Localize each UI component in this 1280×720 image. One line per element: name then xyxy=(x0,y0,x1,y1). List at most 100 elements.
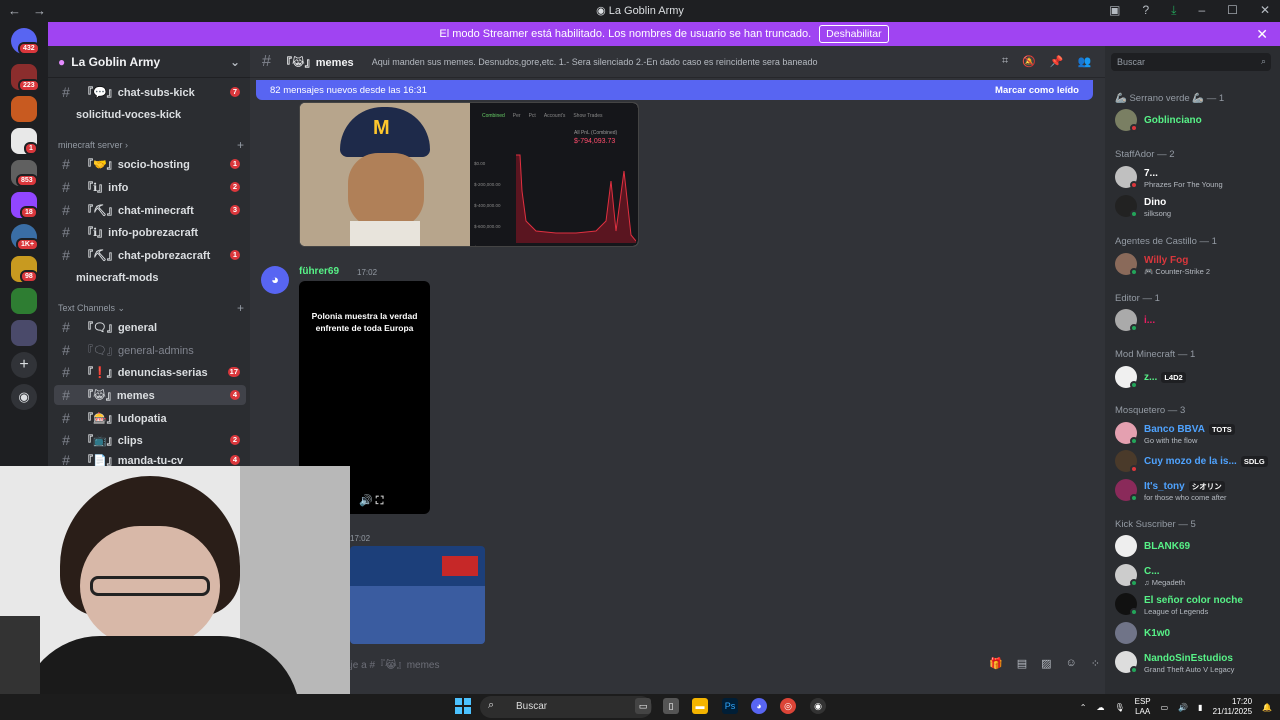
channel-item-selected[interactable]: # 『😹』memes 4 xyxy=(54,385,246,405)
meme-image-attachment[interactable]: M Combined Per Pct Account's Show Trades… xyxy=(299,102,639,247)
network-icon[interactable]: ▭ xyxy=(1161,703,1169,712)
unread-count: 7 xyxy=(230,87,240,97)
help-icon[interactable]: ? xyxy=(1142,3,1149,18)
fullscreen-icon[interactable]: ⛶ xyxy=(376,495,384,507)
members-icon[interactable]: 👥 xyxy=(1078,55,1092,68)
server-icon[interactable] xyxy=(11,320,37,346)
member-name: It's_tony xyxy=(1144,481,1185,492)
member-item[interactable]: Dino silksong xyxy=(1115,195,1277,219)
category-minecraft[interactable]: minecraft server › + xyxy=(58,138,244,152)
minimize-button[interactable]: – xyxy=(1198,3,1205,18)
emoji-icon[interactable]: ☺ xyxy=(1066,657,1077,670)
server-badge: 853 xyxy=(16,174,38,187)
lang-line: LAA xyxy=(1135,707,1151,716)
channel-item[interactable]: # 『🗨』general-admins xyxy=(54,340,246,360)
member-status: ♫ Megadeth xyxy=(1144,578,1186,587)
taskbar-search[interactable]: ⌕ Buscar xyxy=(480,696,652,718)
gif-icon[interactable]: ▤ xyxy=(1017,657,1027,670)
language-indicator[interactable]: ESP LAA xyxy=(1135,697,1151,717)
task-view-icon[interactable]: ▭ xyxy=(635,698,651,714)
member-item[interactable]: i... xyxy=(1115,309,1277,333)
channel-item[interactable]: # 『⛏』chat-minecraft 3 xyxy=(54,200,246,220)
author-avatar[interactable]: ◕ xyxy=(261,266,289,294)
tray-expand-icon[interactable]: ⌃ xyxy=(1080,703,1087,712)
category-text-channels[interactable]: Text Channels ⌄ + xyxy=(58,301,244,315)
member-item[interactable]: 7... Phrazes For The Young xyxy=(1115,166,1277,190)
inbox-icon[interactable]: ▣ xyxy=(1109,3,1120,18)
member-name-row: Banco BBVA TOTS xyxy=(1144,424,1235,435)
channel-item[interactable]: # 『ℹ』info-pobrezacraft xyxy=(54,222,246,242)
member-item[interactable]: It's_tony シオリン for those who come after xyxy=(1115,479,1277,503)
member-item[interactable]: C... ♫ Megadeth xyxy=(1115,564,1277,588)
app-icon[interactable]: ▯ xyxy=(663,698,679,714)
image-attachment[interactable] xyxy=(350,546,485,644)
server-icon[interactable] xyxy=(11,96,37,122)
maximize-button[interactable]: ☐ xyxy=(1227,3,1238,18)
disable-button[interactable]: Deshabilitar xyxy=(819,25,889,43)
channel-item[interactable]: # 『💬』chat-subs-kick 7 xyxy=(54,82,246,102)
chrome-icon[interactable]: ◎ xyxy=(780,698,796,714)
search-input[interactable]: Buscar ⌕ xyxy=(1111,53,1271,71)
channel-item[interactable]: # 『📄』manda-tu-cv 4 xyxy=(54,453,246,466)
battery-icon[interactable]: ▮ xyxy=(1198,703,1202,712)
member-name-row: z... L4D2 xyxy=(1144,372,1186,383)
pin-icon[interactable]: 📌 xyxy=(1050,55,1064,68)
member-item[interactable]: Banco BBVA TOTS Go with the flow xyxy=(1115,422,1277,446)
member-group-header: Editor — 1 xyxy=(1115,293,1160,304)
apps-icon[interactable]: ⁘ xyxy=(1091,657,1100,670)
channel-item[interactable]: # 『📺』clips 2 xyxy=(54,430,246,450)
channel-item[interactable]: # 『⛏』chat-pobrezacraft 1 xyxy=(54,245,246,265)
member-item[interactable]: z... L4D2 xyxy=(1115,366,1277,390)
mic-icon[interactable]: 🎙 xyxy=(1114,703,1124,712)
server-icon[interactable] xyxy=(11,288,37,314)
guild-header[interactable]: ● La Goblin Army ⌄ xyxy=(48,46,250,78)
channel-item[interactable]: # 『❗』denuncias-serias 17 xyxy=(54,362,246,382)
channel-item[interactable]: # 『🤝』socio-hosting 1 xyxy=(54,154,246,174)
volume-icon[interactable]: 🔊 xyxy=(1178,703,1188,712)
member-item[interactable]: El señor color noche League of Legends xyxy=(1115,593,1277,617)
member-item[interactable]: Goblinciano xyxy=(1115,109,1277,133)
threads-icon[interactable]: ⌗ xyxy=(1002,55,1008,68)
photoshop-icon[interactable]: Ps xyxy=(722,698,738,714)
download-icon[interactable]: ⤓ xyxy=(1171,3,1176,18)
channel-item[interactable]: # 『🗨』general xyxy=(54,317,246,337)
add-channel-icon[interactable]: + xyxy=(237,301,244,315)
message-author[interactable]: führer69 xyxy=(299,266,339,277)
member-item[interactable]: K1w0 xyxy=(1115,622,1277,646)
member-item[interactable]: BLANK69 xyxy=(1115,535,1277,559)
add-channel-icon[interactable]: + xyxy=(237,138,244,152)
sticker-icon[interactable]: ▨ xyxy=(1041,657,1051,670)
discord-icon[interactable]: ◕ xyxy=(751,698,767,714)
gift-icon[interactable]: 🎁 xyxy=(989,657,1003,670)
start-button[interactable] xyxy=(455,698,471,714)
notification-icon[interactable]: 🔔 xyxy=(1262,703,1272,712)
new-messages-bar[interactable]: 82 mensajes nuevos desde las 16:31 Marca… xyxy=(256,80,1093,100)
member-item[interactable]: Willy Fog 🎮 Counter-Strike 2 xyxy=(1115,253,1277,277)
member-item[interactable]: NandoSinEstudios Grand Theft Auto V Legac… xyxy=(1115,651,1277,675)
member-status: for those who come after xyxy=(1144,493,1227,502)
clock[interactable]: 17:20 21/11/2025 xyxy=(1213,697,1252,717)
channel-topic[interactable]: Aqui manden sus memes. Desnudos,gore,etc… xyxy=(372,57,818,67)
member-item[interactable]: Cuy mozo de la is... SDLG xyxy=(1115,450,1277,474)
unread-count: 1 xyxy=(230,250,240,260)
obs-icon[interactable]: ◉ xyxy=(810,698,826,714)
channel-name: 『💬』chat-subs-kick xyxy=(82,87,195,99)
clock-time: 17:20 xyxy=(1232,697,1253,706)
channel-item[interactable]: solicitud-voces-kick xyxy=(54,105,246,125)
channel-item[interactable]: minecraft-mods xyxy=(54,268,246,288)
channel-item[interactable]: # 『ℹ』info 2 xyxy=(54,177,246,197)
channel-item[interactable]: # 『🎰』ludopatia xyxy=(54,408,246,428)
banner-close-icon[interactable]: ✕ xyxy=(1256,26,1268,43)
close-window-button[interactable]: ✕ xyxy=(1260,3,1270,18)
add-server-icon[interactable]: + xyxy=(11,352,37,378)
member-status: League of Legends xyxy=(1144,607,1209,616)
hash-icon: # xyxy=(62,247,70,263)
discover-icon[interactable]: ◉ xyxy=(11,384,37,410)
volume-icon[interactable]: 🔊 xyxy=(359,495,373,507)
file-explorer-icon[interactable]: ▬ xyxy=(692,698,708,714)
cloud-icon[interactable]: ☁ xyxy=(1096,703,1104,712)
message-input[interactable]: saje a #『😹』memes 🎁 ▤ ▨ ☺ ⁘ xyxy=(340,652,1100,674)
chevron-down-icon[interactable]: ⌄ xyxy=(230,55,240,69)
notification-bell-icon[interactable]: 🔕 xyxy=(1022,55,1036,68)
mark-as-read-button[interactable]: Marcar como leído xyxy=(995,85,1079,96)
